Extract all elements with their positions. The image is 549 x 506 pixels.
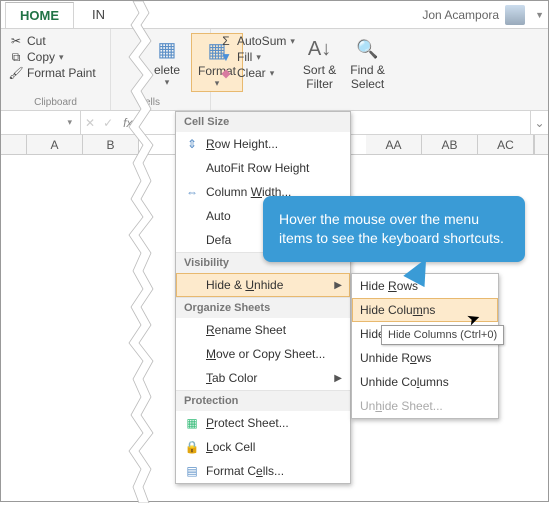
tab-fragment[interactable]: IN <box>78 2 119 27</box>
menu-tab-color[interactable]: Tab Color▶ <box>176 366 350 390</box>
binoculars-icon: 🔍 <box>352 35 384 63</box>
cut-label: Cut <box>27 34 46 48</box>
submenu-unhide-sheet: Unhide Sheet... <box>352 394 498 418</box>
col-header[interactable]: B <box>83 135 139 154</box>
group-cells-fragment: ▦ elete ▾ ▦ Format ▾ ells <box>111 29 211 110</box>
clear-label: Clear <box>237 66 266 80</box>
delete-label: elete <box>154 63 180 77</box>
tab-home[interactable]: HOME <box>5 2 74 28</box>
menu-lock-cell[interactable]: 🔒Lock Cell <box>176 435 350 459</box>
delete-icon: ▦ <box>151 35 183 63</box>
paint-label: Format Paint <box>27 66 96 80</box>
tooltip: Hide Columns (Ctrl+0) <box>381 325 504 345</box>
chevron-down-icon[interactable]: ▼ <box>535 10 544 20</box>
titlebar: HOME IN Jon Acampora ▼ <box>1 1 548 29</box>
expand-formula-bar[interactable]: ⌄ <box>530 111 548 134</box>
row-height-icon: ⇕ <box>184 137 200 151</box>
copy-label: Copy <box>27 50 55 64</box>
scrollbar-v[interactable] <box>534 135 548 154</box>
col-width-icon: ⇔ <box>184 185 200 199</box>
group-label-clipboard: Clipboard <box>9 95 102 108</box>
copy-icon: ⧉ <box>9 50 23 64</box>
submenu-arrow-icon: ▶ <box>334 280 342 291</box>
format-menu: Cell Size ⇕Row Height... AutoFit Row Hei… <box>175 111 351 484</box>
menu-row-height[interactable]: ⇕Row Height... <box>176 132 350 156</box>
col-header[interactable]: AB <box>422 135 478 154</box>
cut-button[interactable]: ✂ Cut <box>9 33 102 49</box>
ribbon: ✂ Cut ⧉ Copy ▾ 🖌 Format Paint Clipboard ▦ e… <box>1 29 548 111</box>
sort-label: Sort & Filter <box>303 63 336 91</box>
menu-hide-unhide[interactable]: Hide & Unhide▶ <box>176 273 350 297</box>
chevron-down-icon: ▾ <box>256 52 261 63</box>
default-label: Defa <box>206 233 231 247</box>
menu-move-copy-sheet[interactable]: Move or Copy Sheet... <box>176 342 350 366</box>
fx-cancel: ✕ <box>81 116 99 130</box>
format-painter-button[interactable]: 🖌 Format Paint <box>9 65 102 81</box>
fx-icon[interactable]: fx <box>117 116 138 130</box>
group-editing: Σ AutoSum ▾ ▼ Fill ▾ ◆ Clear ▾ A↓ Sort & Fi… <box>211 29 399 110</box>
fill-icon: ▼ <box>219 50 233 64</box>
menu-autofit-row[interactable]: AutoFit Row Height <box>176 156 350 180</box>
copy-button[interactable]: ⧉ Copy ▾ <box>9 49 102 65</box>
submenu-arrow-icon: ▶ <box>334 373 342 384</box>
lock-icon: 🔒 <box>184 440 200 454</box>
menu-section-organize: Organize Sheets <box>176 297 350 318</box>
col-header[interactable]: AA <box>366 135 422 154</box>
group-clipboard: ✂ Cut ⧉ Copy ▾ 🖌 Format Paint Clipboard <box>1 29 111 110</box>
chevron-down-icon[interactable]: ▾ <box>67 117 72 128</box>
annotation-callout: Hover the mouse over the menu items to s… <box>263 196 525 262</box>
format-cells-icon: ▤ <box>184 464 200 478</box>
autosum-label: AutoSum <box>237 34 286 48</box>
protect-icon: ▦ <box>184 416 200 430</box>
group-label-cells: ells <box>145 95 202 108</box>
chevron-down-icon: ▾ <box>59 52 64 63</box>
eraser-icon: ◆ <box>219 66 233 80</box>
menu-section-cellsize: Cell Size <box>176 112 350 132</box>
fill-button[interactable]: ▼ Fill ▾ <box>219 49 295 65</box>
col-header[interactable]: A <box>27 135 83 154</box>
find-label: Find & Select <box>350 63 385 91</box>
name-box[interactable]: ▾ <box>1 111 81 134</box>
menu-format-cells[interactable]: ▤Format Cells... <box>176 459 350 483</box>
col-header[interactable]: AC <box>478 135 534 154</box>
submenu-unhide-columns[interactable]: Unhide Columns <box>352 370 498 394</box>
clear-button[interactable]: ◆ Clear ▾ <box>219 65 295 81</box>
scissors-icon: ✂ <box>9 34 23 48</box>
menu-section-protection: Protection <box>176 390 350 411</box>
avatar[interactable] <box>505 5 525 25</box>
hide-unhide-submenu: Hide Rows Hide Columns Hide S Unhide Row… <box>351 273 499 419</box>
sigma-icon: Σ <box>219 34 233 48</box>
autosum-button[interactable]: Σ AutoSum ▾ <box>219 33 295 49</box>
menu-protect-sheet[interactable]: ▦Protect Sheet... <box>176 411 350 435</box>
chevron-down-icon: ▾ <box>165 77 170 88</box>
select-all-corner[interactable] <box>1 135 27 154</box>
sort-filter-button[interactable]: A↓ Sort & Filter <box>297 33 342 93</box>
autofit-col-label: Auto <box>206 209 231 223</box>
delete-button-fragment[interactable]: ▦ elete ▾ <box>145 33 189 90</box>
find-select-button[interactable]: 🔍 Find & Select <box>344 33 391 93</box>
chevron-down-icon: ▾ <box>270 68 275 79</box>
brush-icon: 🖌 <box>9 66 23 80</box>
chevron-down-icon: ▾ <box>290 36 295 47</box>
fill-label: Fill <box>237 50 252 64</box>
submenu-unhide-rows[interactable]: Unhide Rows <box>352 346 498 370</box>
account-name[interactable]: Jon Acampora <box>422 8 499 22</box>
fx-confirm: ✓ <box>99 116 117 130</box>
menu-rename-sheet[interactable]: Rename Sheet <box>176 318 350 342</box>
sort-icon: A↓ <box>304 35 336 63</box>
autofit-row-label: AutoFit Row Height <box>206 161 309 175</box>
